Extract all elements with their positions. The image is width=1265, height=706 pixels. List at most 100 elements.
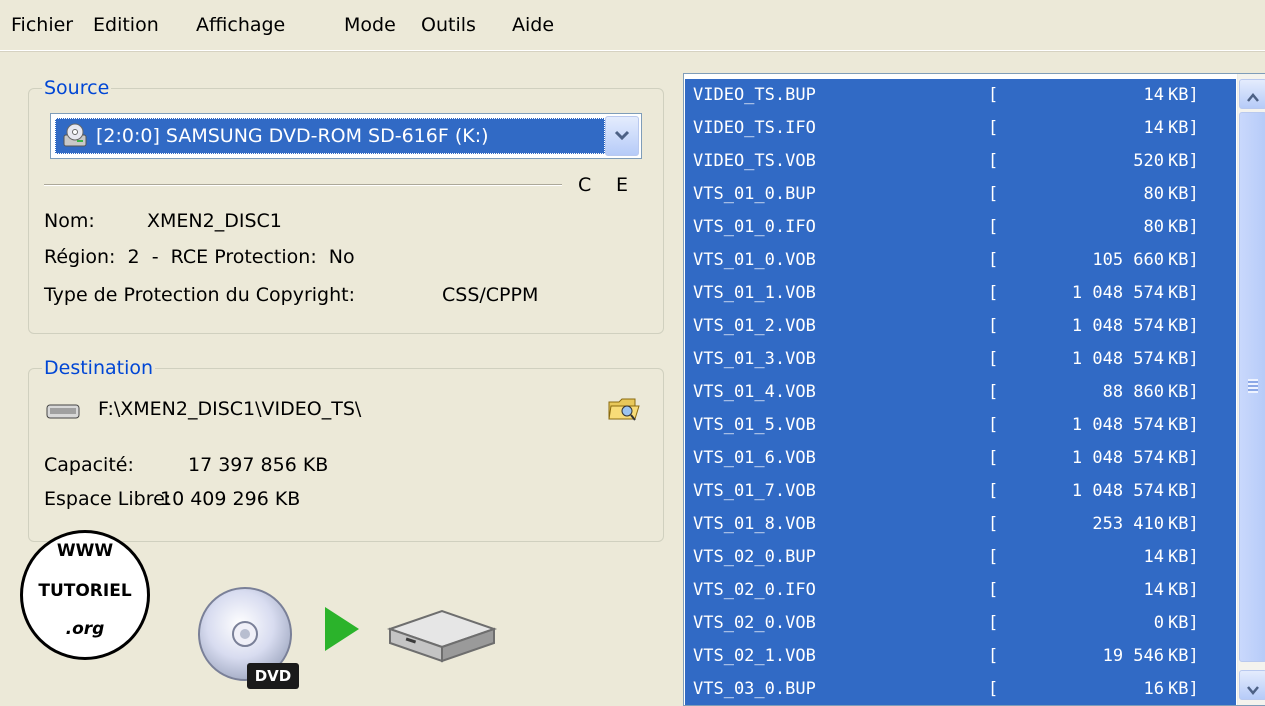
file-size: 14 — [1143, 118, 1164, 138]
flag-c: C — [578, 174, 592, 196]
size-open-bracket: [ — [988, 217, 999, 237]
size-open-bracket: [ — [988, 349, 999, 369]
file-name: VTS_01_8.VOB — [693, 514, 816, 534]
menu-aide[interactable]: Aide — [512, 14, 554, 36]
file-row[interactable]: VTS_01_8.VOB [253 410 KB] — [685, 508, 1236, 541]
scroll-thumb[interactable] — [1239, 112, 1265, 662]
file-name: VTS_01_7.VOB — [693, 481, 816, 501]
dvd-badge: DVD — [247, 663, 299, 689]
size-unit: KB] — [1168, 217, 1199, 237]
tutoriel-watermark: WWW TUTORIEL .org — [20, 530, 150, 660]
size-open-bracket: [ — [988, 415, 999, 435]
source-group-title: Source — [42, 77, 112, 99]
size-open-bracket: [ — [988, 151, 999, 171]
size-open-bracket: [ — [988, 514, 999, 534]
file-row[interactable]: VTS_01_3.VOB [1 048 574 KB] — [685, 343, 1236, 376]
source-separator — [44, 184, 562, 186]
file-row[interactable]: VTS_01_0.VOB [105 660 KB] — [685, 244, 1236, 277]
size-unit: KB] — [1168, 547, 1199, 567]
size-unit: KB] — [1168, 184, 1199, 204]
size-unit: KB] — [1168, 580, 1199, 600]
file-size: 14 — [1143, 547, 1164, 567]
source-drive-select[interactable]: [2:0:0] SAMSUNG DVD-ROM SD-616F (K:) — [50, 113, 642, 159]
size-open-bracket: [ — [988, 646, 999, 666]
disc-name-label: Nom: — [44, 210, 95, 232]
size-open-bracket: [ — [988, 679, 999, 699]
file-row[interactable]: VTS_02_0.VOB [0 KB] — [685, 607, 1236, 640]
file-name: VTS_02_0.BUP — [693, 547, 816, 567]
menu-mode[interactable]: Mode — [344, 14, 396, 36]
file-row[interactable]: VTS_02_0.BUP [14 KB] — [685, 541, 1236, 574]
hard-drive-icon — [46, 401, 80, 421]
hard-drive-large-icon — [386, 603, 498, 667]
file-size: 520 — [1133, 151, 1164, 171]
file-list-scrollbar[interactable] — [1237, 74, 1265, 705]
capacity-label: Capacité: — [44, 454, 134, 476]
size-unit: KB] — [1168, 283, 1199, 303]
file-row[interactable]: VTS_01_1.VOB [1 048 574 KB] — [685, 277, 1236, 310]
folder-browse-icon[interactable] — [607, 394, 641, 424]
size-unit: KB] — [1168, 118, 1199, 138]
file-name: VTS_01_0.BUP — [693, 184, 816, 204]
size-unit: KB] — [1168, 151, 1199, 171]
size-unit: KB] — [1168, 679, 1199, 699]
file-row[interactable]: VTS_01_7.VOB [1 048 574 KB] — [685, 475, 1236, 508]
scroll-up-button[interactable] — [1239, 79, 1265, 109]
size-open-bracket: [ — [988, 613, 999, 633]
copyright-protection-value: CSS/CPPM — [442, 284, 539, 306]
file-row[interactable]: VIDEO_TS.VOB [520 KB] — [685, 145, 1236, 178]
scroll-down-button[interactable] — [1239, 670, 1265, 700]
size-unit: KB] — [1168, 349, 1199, 369]
free-space-value: 10 409 296 KB — [160, 488, 301, 510]
size-open-bracket: [ — [988, 316, 999, 336]
size-open-bracket: [ — [988, 448, 999, 468]
file-row[interactable]: VTS_01_5.VOB [1 048 574 KB] — [685, 409, 1236, 442]
menu-bar: Fichier Edition Affichage Mode Outils Ai… — [0, 0, 1265, 51]
file-name: VTS_01_3.VOB — [693, 349, 816, 369]
menu-outils[interactable]: Outils — [421, 14, 476, 36]
file-row[interactable]: VTS_01_4.VOB [88 860 KB] — [685, 376, 1236, 409]
file-row[interactable]: VTS_02_1.VOB [19 546 KB] — [685, 640, 1236, 673]
file-size: 1 048 574 — [1071, 415, 1164, 435]
chevron-down-icon — [1246, 678, 1260, 705]
menu-affichage[interactable]: Affichage — [196, 14, 285, 36]
file-row[interactable]: VTS_03_0.BUP [16 KB] — [685, 673, 1236, 705]
file-size: 1 048 574 — [1071, 316, 1164, 336]
size-open-bracket: [ — [988, 481, 999, 501]
file-row[interactable]: VTS_01_0.IFO [80 KB] — [685, 211, 1236, 244]
file-size: 1 048 574 — [1071, 448, 1164, 468]
menu-fichier[interactable]: Fichier — [11, 14, 73, 36]
file-size: 19 546 — [1102, 646, 1164, 666]
size-open-bracket: [ — [988, 547, 999, 567]
watermark-middle: TUTORIEL — [38, 581, 132, 601]
menu-edition[interactable]: Edition — [93, 14, 159, 36]
file-row[interactable]: VTS_02_0.IFO [14 KB] — [685, 574, 1236, 607]
source-drive-dropdown-button[interactable] — [605, 116, 639, 156]
file-row[interactable]: VIDEO_TS.IFO [14 KB] — [685, 112, 1236, 145]
file-row[interactable]: VIDEO_TS.BUP [14 KB] — [685, 79, 1236, 112]
file-size: 14 — [1143, 580, 1164, 600]
file-row[interactable]: VTS_01_2.VOB [1 048 574 KB] — [685, 310, 1236, 343]
file-size: 105 660 — [1092, 250, 1164, 270]
scroll-grip-icon — [1248, 379, 1258, 393]
size-unit: KB] — [1168, 250, 1199, 270]
destination-path: F:\XMEN2_DISC1\VIDEO_TS\ — [98, 398, 362, 420]
source-drive-selected: [2:0:0] SAMSUNG DVD-ROM SD-616F (K:) — [55, 118, 605, 154]
free-space-label: Espace Libre: — [44, 488, 172, 510]
file-name: VTS_01_1.VOB — [693, 283, 816, 303]
file-name: VTS_01_5.VOB — [693, 415, 816, 435]
file-size: 1 048 574 — [1071, 481, 1164, 501]
size-unit: KB] — [1168, 316, 1199, 336]
file-size: 14 — [1143, 85, 1164, 105]
size-unit: KB] — [1168, 481, 1199, 501]
file-row[interactable]: VTS_01_6.VOB [1 048 574 KB] — [685, 442, 1236, 475]
file-size: 80 — [1143, 217, 1164, 237]
file-row[interactable]: VTS_01_0.BUP [80 KB] — [685, 178, 1236, 211]
file-size: 16 — [1143, 679, 1164, 699]
file-name: VIDEO_TS.BUP — [693, 85, 816, 105]
disc-name-value: XMEN2_DISC1 — [147, 210, 282, 232]
size-open-bracket: [ — [988, 184, 999, 204]
file-list[interactable]: VIDEO_TS.BUP[14 KB] VIDEO_TS.IFO[14 KB] VIDE… — [683, 73, 1265, 706]
play-arrow-icon[interactable] — [325, 607, 359, 651]
file-list-rows: VIDEO_TS.BUP[14 KB] VIDEO_TS.IFO[14 KB] VIDE… — [685, 79, 1236, 705]
